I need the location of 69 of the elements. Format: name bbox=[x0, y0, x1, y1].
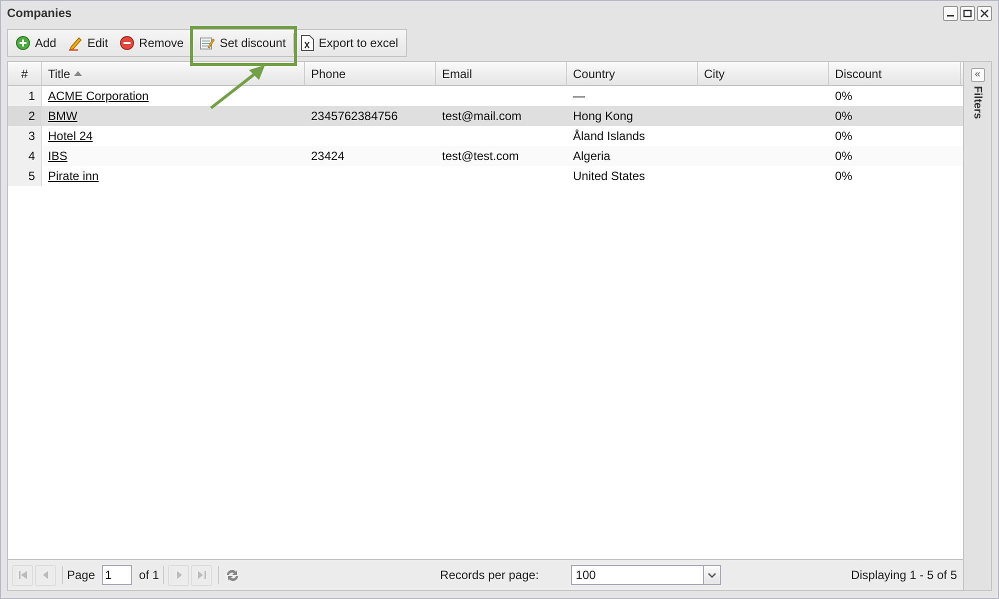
page-count: of 1 bbox=[139, 568, 160, 582]
table-row[interactable]: 4 IBS 23424 test@test.com Algeria 0% bbox=[8, 146, 963, 166]
edit-button[interactable]: Edit bbox=[63, 32, 114, 54]
table-cell: Hong Kong bbox=[573, 109, 634, 123]
remove-button[interactable]: Remove bbox=[115, 32, 189, 54]
previous-page-button[interactable] bbox=[35, 564, 56, 586]
chevron-down-icon bbox=[708, 572, 716, 578]
add-icon bbox=[16, 36, 30, 50]
collapse-toggle[interactable]: « bbox=[970, 68, 984, 82]
notepad-icon bbox=[198, 35, 215, 51]
first-page-button[interactable] bbox=[12, 564, 33, 586]
company-link[interactable]: ACME Corporation bbox=[48, 89, 149, 103]
table-row[interactable]: 5 Pirate inn United States 0% bbox=[8, 166, 963, 186]
next-page-button[interactable] bbox=[168, 564, 190, 586]
column-header[interactable]: City bbox=[698, 62, 829, 85]
page-number-field[interactable]: 1 bbox=[102, 565, 132, 585]
table-cell: 23424 bbox=[311, 149, 344, 163]
table-cell: Algeria bbox=[573, 149, 610, 163]
column-header[interactable]: Country bbox=[567, 62, 698, 85]
table-cell: 2345762384756 bbox=[311, 109, 398, 123]
remove-icon bbox=[120, 36, 134, 50]
filters-label[interactable]: Filters bbox=[972, 86, 984, 120]
minimize-button[interactable] bbox=[943, 6, 958, 20]
table-cell: test@test.com bbox=[442, 149, 519, 163]
column-header[interactable]: Email bbox=[436, 62, 567, 85]
table-row[interactable]: 2 BMW 2345762384756 test@mail.com Hong Kong 0% bbox=[8, 106, 963, 126]
column-header[interactable]: Phone bbox=[305, 62, 436, 85]
table-row[interactable]: 3 Hotel 24 Åland Islands 0% bbox=[8, 126, 963, 146]
close-icon bbox=[980, 8, 989, 18]
last-page-icon bbox=[196, 570, 207, 580]
table-cell: 0% bbox=[835, 89, 852, 103]
maximize-icon bbox=[963, 8, 972, 18]
maximize-button[interactable] bbox=[960, 6, 975, 20]
row-number: 4 bbox=[28, 149, 35, 163]
column-header[interactable]: # bbox=[8, 62, 42, 85]
row-number: 1 bbox=[28, 89, 35, 103]
table-cell: test@mail.com bbox=[442, 109, 522, 123]
close-button[interactable] bbox=[977, 6, 992, 20]
table-cell: 0% bbox=[835, 129, 852, 143]
table-cell: 0% bbox=[835, 109, 852, 123]
previous-page-icon bbox=[40, 570, 50, 580]
export-button[interactable]: Export to excel bbox=[296, 32, 404, 54]
table-cell: United States bbox=[573, 169, 646, 183]
last-page-button[interactable] bbox=[191, 564, 212, 586]
records-per-page-dropdown[interactable]: 100 bbox=[570, 565, 721, 585]
discount-button[interactable]: Set discount bbox=[194, 32, 291, 54]
row-number: 2 bbox=[28, 109, 35, 123]
records-per-page-label: Records per page: bbox=[440, 568, 539, 582]
company-link[interactable]: Pirate inn bbox=[48, 169, 99, 183]
company-link[interactable]: IBS bbox=[48, 149, 68, 163]
row-number: 5 bbox=[28, 169, 35, 183]
first-page-icon bbox=[18, 570, 28, 580]
paging-summary: Displaying 1 - 5 of 5 bbox=[850, 568, 957, 582]
excel-file-icon bbox=[300, 35, 314, 51]
table-cell: — bbox=[573, 89, 585, 103]
window-title: Companies bbox=[7, 6, 73, 20]
add-button[interactable]: Add bbox=[11, 32, 62, 54]
table-cell: 0% bbox=[835, 149, 852, 163]
column-header[interactable]: Title bbox=[42, 62, 305, 85]
page-label: Page bbox=[67, 568, 96, 582]
pencil-icon bbox=[68, 35, 82, 51]
minimize-icon bbox=[947, 14, 954, 16]
company-link[interactable]: Hotel 24 bbox=[48, 129, 93, 143]
column-header[interactable]: Discount bbox=[829, 62, 961, 85]
table-cell: 0% bbox=[835, 169, 852, 183]
row-number: 3 bbox=[28, 129, 35, 143]
table-cell: Åland Islands bbox=[573, 129, 646, 143]
company-link[interactable]: BMW bbox=[48, 109, 78, 123]
table-row[interactable]: 1 ACME Corporation — 0% bbox=[8, 86, 963, 106]
